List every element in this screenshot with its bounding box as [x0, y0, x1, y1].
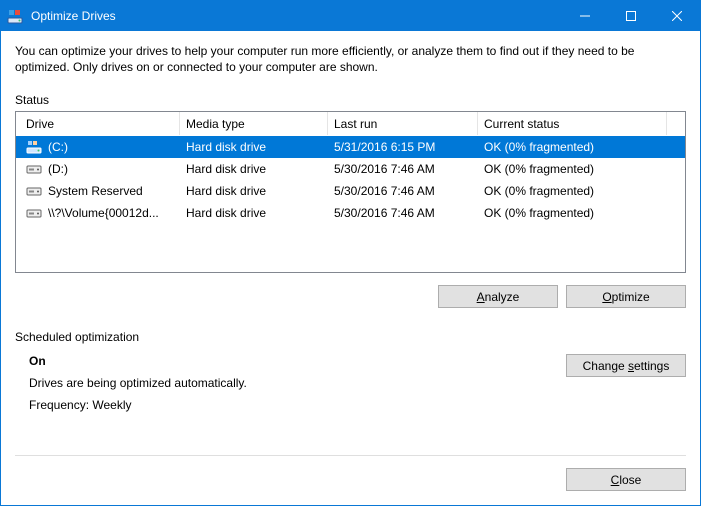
- table-row[interactable]: (C:) Hard disk drive 5/31/2016 6:15 PM O…: [16, 136, 685, 158]
- os-drive-icon: [26, 139, 42, 155]
- drive-media: Hard disk drive: [180, 206, 328, 220]
- titlebar: Optimize Drives: [1, 1, 700, 31]
- drive-name: System Reserved: [48, 184, 143, 198]
- analyze-button[interactable]: Analyze: [438, 285, 558, 308]
- drive-status: OK (0% fragmented): [478, 184, 685, 198]
- drive-media: Hard disk drive: [180, 162, 328, 176]
- window-title: Optimize Drives: [29, 9, 116, 23]
- status-label: Status: [15, 93, 686, 107]
- drive-status: OK (0% fragmented): [478, 162, 685, 176]
- col-drive[interactable]: Drive: [20, 112, 180, 135]
- drive-last: 5/31/2016 6:15 PM: [328, 140, 478, 154]
- col-last[interactable]: Last run: [328, 112, 478, 135]
- close-window-button[interactable]: [654, 1, 700, 31]
- maximize-button[interactable]: [608, 1, 654, 31]
- intro-text: You can optimize your drives to help you…: [15, 43, 675, 75]
- drive-name: (D:): [48, 162, 68, 176]
- drive-list[interactable]: Drive Media type Last run Current status…: [15, 111, 686, 273]
- scheduled-on: On: [29, 354, 566, 368]
- drive-status: OK (0% fragmented): [478, 206, 685, 220]
- drive-last: 5/30/2016 7:46 AM: [328, 184, 478, 198]
- scheduled-label: Scheduled optimization: [15, 330, 686, 344]
- minimize-button[interactable]: [562, 1, 608, 31]
- drive-status: OK (0% fragmented): [478, 140, 685, 154]
- drive-media: Hard disk drive: [180, 184, 328, 198]
- col-tail: [667, 112, 685, 135]
- optimize-button[interactable]: Optimize: [566, 285, 686, 308]
- drive-name: \\?\Volume{00012d...: [48, 206, 159, 220]
- col-status[interactable]: Current status: [478, 112, 667, 135]
- table-row[interactable]: \\?\Volume{00012d... Hard disk drive 5/3…: [16, 202, 685, 224]
- close-button[interactable]: Close: [566, 468, 686, 491]
- scheduled-desc: Drives are being optimized automatically…: [29, 376, 566, 390]
- column-headers[interactable]: Drive Media type Last run Current status: [16, 112, 685, 136]
- app-icon: [1, 8, 29, 24]
- col-media[interactable]: Media type: [180, 112, 328, 135]
- change-settings-button[interactable]: Change settings: [566, 354, 686, 377]
- hdd-icon: [26, 183, 42, 199]
- drive-name: (C:): [48, 140, 68, 154]
- drive-media: Hard disk drive: [180, 140, 328, 154]
- table-row[interactable]: (D:) Hard disk drive 5/30/2016 7:46 AM O…: [16, 158, 685, 180]
- hdd-icon: [26, 205, 42, 221]
- drive-last: 5/30/2016 7:46 AM: [328, 162, 478, 176]
- table-row[interactable]: System Reserved Hard disk drive 5/30/201…: [16, 180, 685, 202]
- drive-last: 5/30/2016 7:46 AM: [328, 206, 478, 220]
- scheduled-freq: Frequency: Weekly: [29, 398, 566, 412]
- hdd-icon: [26, 161, 42, 177]
